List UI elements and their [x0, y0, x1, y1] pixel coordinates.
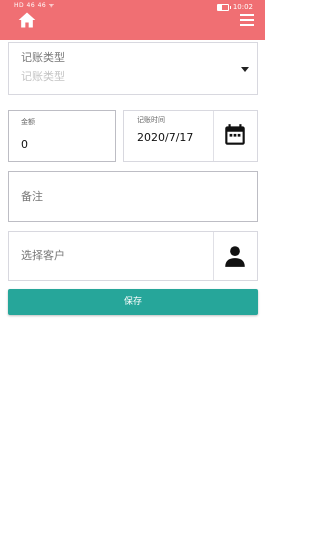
remark-placeholder: 备注	[21, 190, 43, 203]
record-type-select[interactable]: 记账类型 记账类型	[8, 42, 258, 95]
divider	[213, 232, 214, 280]
customer-select[interactable]: 选择客户	[8, 231, 258, 281]
menu-icon[interactable]	[239, 13, 255, 27]
battery-icon	[216, 3, 231, 11]
status-right: 10:02	[216, 3, 253, 11]
record-time-label: 记账时间	[137, 116, 165, 124]
save-button[interactable]: 保存	[8, 289, 258, 315]
customer-placeholder: 选择客户	[21, 249, 65, 262]
person-icon[interactable]	[222, 243, 248, 269]
amount-field[interactable]: 金额 0	[8, 110, 116, 162]
battery-level	[217, 4, 223, 10]
app-header: HD 46 46 ᯤ 10:02	[0, 0, 265, 40]
record-time-value[interactable]: 2020/7/17	[137, 131, 193, 144]
record-type-label: 记账类型	[21, 51, 65, 64]
divider	[213, 111, 214, 161]
record-time-field[interactable]: 记账时间 2020/7/17	[123, 110, 258, 162]
dropdown-arrow-icon[interactable]	[241, 67, 249, 72]
remark-field[interactable]: 备注	[8, 171, 258, 222]
status-indicators: HD 46 46 ᯤ	[14, 2, 55, 9]
record-type-placeholder: 记账类型	[21, 70, 65, 83]
home-icon[interactable]	[17, 10, 37, 30]
calendar-icon[interactable]	[222, 122, 248, 148]
amount-label: 金额	[21, 118, 35, 126]
status-time: 10:02	[232, 3, 253, 11]
amount-value[interactable]: 0	[21, 138, 28, 151]
